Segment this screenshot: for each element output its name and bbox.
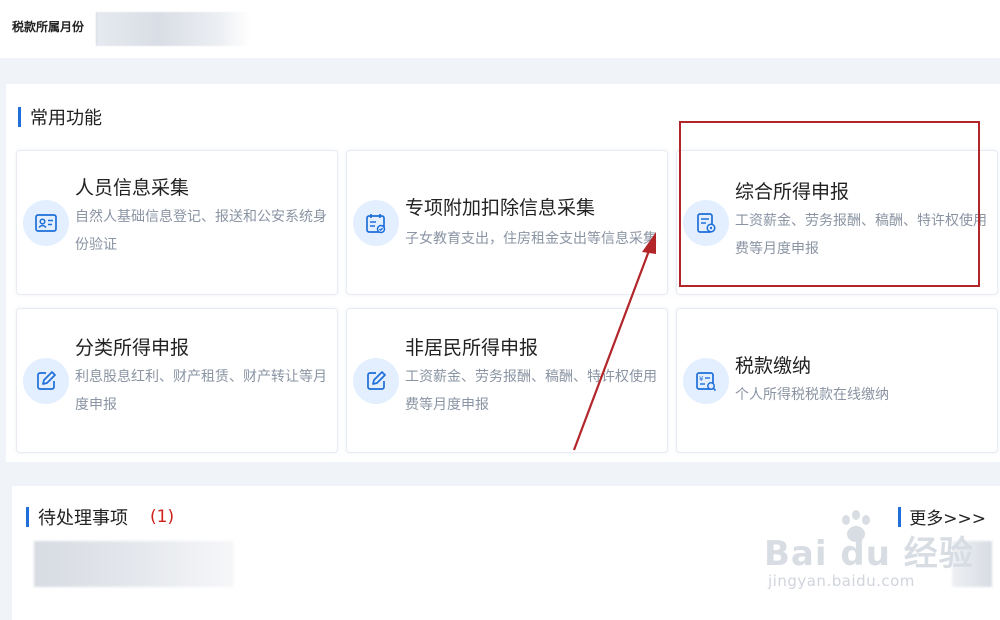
tax-payment-icon: ¥ — [683, 357, 729, 404]
common-functions-title-text: 常用功能 — [30, 108, 102, 129]
section-title-bar — [26, 507, 29, 527]
card-title: 人员信息采集 — [75, 177, 190, 199]
card-description: 自然人基础信息登记、报送和公安系统身份验证 — [75, 209, 327, 253]
card-title: 分类所得申报 — [75, 337, 190, 359]
card-description: 个人所得税税款在线缴纳 — [735, 387, 889, 403]
svg-text:¥: ¥ — [699, 375, 704, 383]
tax-period-input[interactable] — [96, 12, 250, 46]
card-special-deduction[interactable]: 专项附加扣除信息采集 子女教育支出，住房租金支出等信息采集 — [346, 150, 668, 295]
section-title-bar — [18, 107, 21, 127]
pending-item-row-end — [952, 541, 992, 587]
more-link-text[interactable]: 更多>>> — [909, 504, 986, 529]
card-description: 工资薪金、劳务报酬、稿酬、特许权使用费等月度申报 — [405, 369, 657, 413]
top-bar: 税款所属月份 — [0, 0, 1000, 58]
pending-items-title: 待处理事项 (1) — [26, 504, 174, 530]
tax-calendar-icon — [353, 199, 399, 246]
card-description: 利息股息红利、财产租赁、财产转让等月度申报 — [75, 369, 327, 413]
tax-period-label: 税款所属月份 — [12, 20, 85, 34]
pending-count-badge: (1) — [150, 507, 175, 527]
card-classified-income[interactable]: 分类所得申报 利息股息红利、财产租赁、财产转让等月度申报 — [16, 308, 338, 453]
pending-items-panel: 待处理事项 (1) 更多>>> — [12, 486, 1000, 620]
card-description: 子女教育支出，住房租金支出等信息采集 — [405, 231, 657, 247]
section-title-bar — [898, 506, 902, 527]
pending-item-row[interactable] — [34, 541, 234, 587]
card-nonresident-income[interactable]: 非居民所得申报 工资薪金、劳务报酬、稿酬、特许权使用费等月度申报 — [346, 308, 668, 453]
card-tax-payment[interactable]: ¥ 税款缴纳 个人所得税税款在线缴纳 — [676, 308, 998, 453]
common-functions-title: 常用功能 — [18, 104, 102, 130]
edit-icon — [353, 357, 399, 404]
highlight-box — [679, 121, 980, 287]
pending-items-title-text: 待处理事项 — [38, 508, 128, 529]
edit-icon — [23, 357, 69, 404]
id-card-icon — [23, 199, 69, 246]
more-link[interactable]: 更多>>> — [898, 504, 986, 529]
card-title: 非居民所得申报 — [405, 337, 539, 359]
card-title: 专项附加扣除信息采集 — [405, 197, 596, 219]
card-personnel-info[interactable]: 人员信息采集 自然人基础信息登记、报送和公安系统身份验证 — [16, 150, 338, 295]
card-title: 税款缴纳 — [735, 355, 812, 377]
